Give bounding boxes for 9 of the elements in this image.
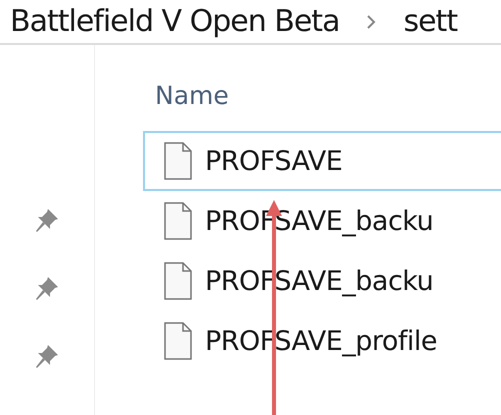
chevron-icon xyxy=(365,14,378,30)
file-icon xyxy=(163,141,193,181)
breadcrumb-item[interactable]: Battlefield V Open Beta xyxy=(10,4,340,39)
file-row[interactable]: PROFSAVE xyxy=(143,131,501,191)
file-icon xyxy=(163,321,193,361)
file-icon xyxy=(163,261,193,301)
breadcrumb-item[interactable]: sett xyxy=(403,4,458,39)
column-header[interactable]: Name xyxy=(155,81,229,110)
file-icon xyxy=(163,201,193,241)
